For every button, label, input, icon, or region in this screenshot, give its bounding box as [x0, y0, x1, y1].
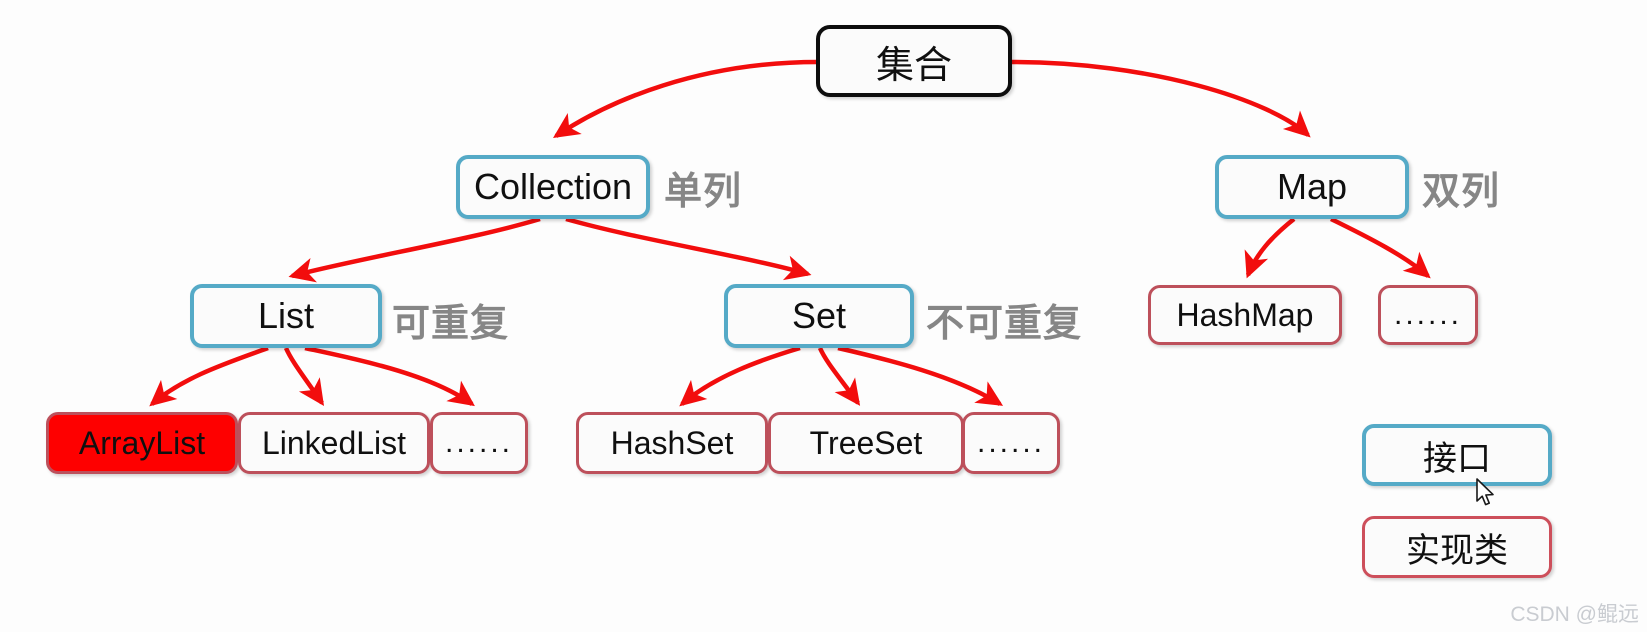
edge-root-to-map — [1011, 59, 1311, 138]
watermark: CSDN @鲲远 — [1510, 603, 1639, 626]
annotation-map-note: 双列 — [1422, 171, 1501, 213]
legend-label: 接口 — [1423, 439, 1491, 478]
node-label: HashMap — [1176, 296, 1314, 333]
edge-collection-to-set — [565, 216, 812, 281]
legend-interface[interactable]: 接口 — [1362, 424, 1552, 486]
node-label: ...... — [444, 426, 513, 459]
node-set-ellipsis[interactable]: ...... — [962, 412, 1060, 474]
node-arraylist[interactable]: ArrayList — [46, 412, 238, 474]
legend-implementation[interactable]: 实现类 — [1362, 516, 1552, 578]
node-hashset[interactable]: HashSet — [576, 412, 768, 474]
edge-set-to-treeset — [817, 347, 861, 406]
edge-map-to-ellipsis — [1330, 216, 1431, 279]
annotation-set-note: 不可重复 — [926, 303, 1083, 345]
connector-group — [149, 59, 1431, 407]
node-hashmap[interactable]: HashMap — [1148, 285, 1342, 345]
node-map[interactable]: Map — [1215, 155, 1409, 219]
node-treeset[interactable]: TreeSet — [768, 412, 964, 474]
edge-set-to-hashset — [679, 345, 801, 407]
edge-set-to-ellipsis — [837, 345, 1004, 406]
node-set[interactable]: Set — [724, 284, 914, 348]
node-map-ellipsis[interactable]: ...... — [1378, 285, 1478, 345]
node-label: Collection — [473, 166, 633, 207]
node-label: 集合 — [875, 44, 952, 87]
node-label: Set — [791, 295, 847, 336]
edge-collection-to-list — [288, 216, 541, 283]
node-label: ...... — [976, 426, 1045, 459]
annotation-list-note: 可重复 — [392, 303, 510, 345]
edge-list-to-ellipsis — [304, 345, 475, 407]
node-linkedlist[interactable]: LinkedList — [238, 412, 430, 474]
node-root-collection-cn[interactable]: 集合 — [816, 25, 1012, 97]
legend-label: 实现类 — [1406, 531, 1508, 570]
node-label: Map — [1276, 166, 1348, 207]
annotation-collection-note: 单列 — [664, 171, 743, 213]
diagram-canvas: 集合 Collection 单列 Map 双列 List 可重复 Set 不可重… — [0, 0, 1647, 632]
node-label: TreeSet — [809, 424, 923, 461]
node-label: List — [257, 295, 315, 336]
node-collection[interactable]: Collection — [456, 155, 650, 219]
node-label: LinkedList — [261, 424, 407, 461]
edge-list-to-arraylist — [149, 345, 269, 407]
node-label: HashSet — [610, 424, 734, 461]
edge-root-to-collection — [553, 59, 819, 138]
node-label: ArrayList — [78, 424, 206, 461]
node-label: ...... — [1393, 298, 1462, 331]
edge-list-to-linkedlist — [283, 347, 325, 406]
node-list-ellipsis[interactable]: ...... — [430, 412, 528, 474]
node-list[interactable]: List — [190, 284, 382, 348]
edge-map-to-hashmap — [1244, 217, 1296, 279]
